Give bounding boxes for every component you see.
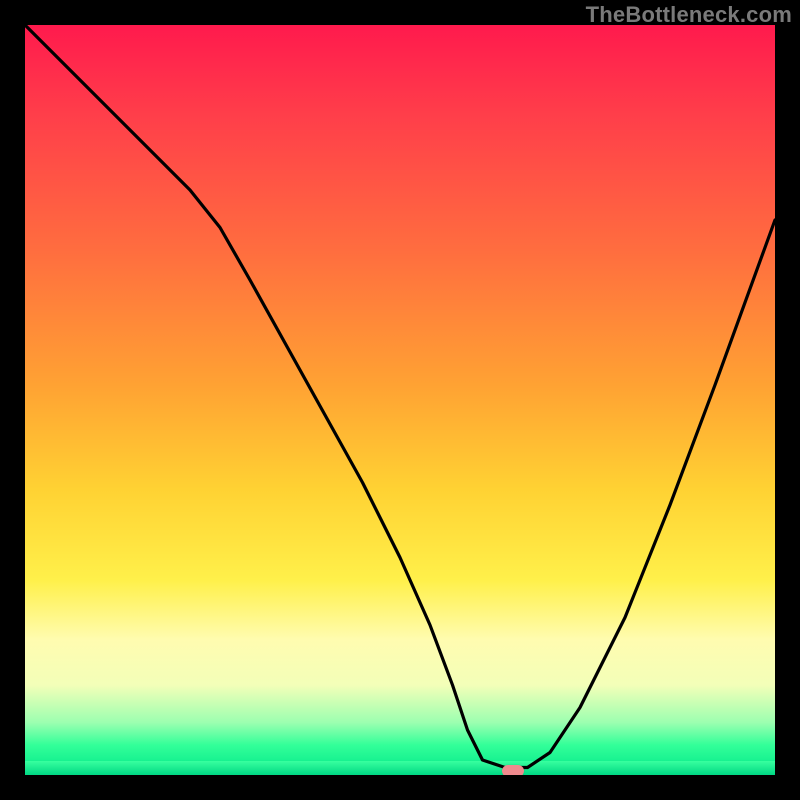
bottleneck-curve [25,25,775,768]
curve-layer [25,25,775,775]
optimal-marker [502,765,524,775]
chart-frame: TheBottleneck.com [0,0,800,800]
plot-area [25,25,775,775]
watermark-text: TheBottleneck.com [586,2,792,28]
